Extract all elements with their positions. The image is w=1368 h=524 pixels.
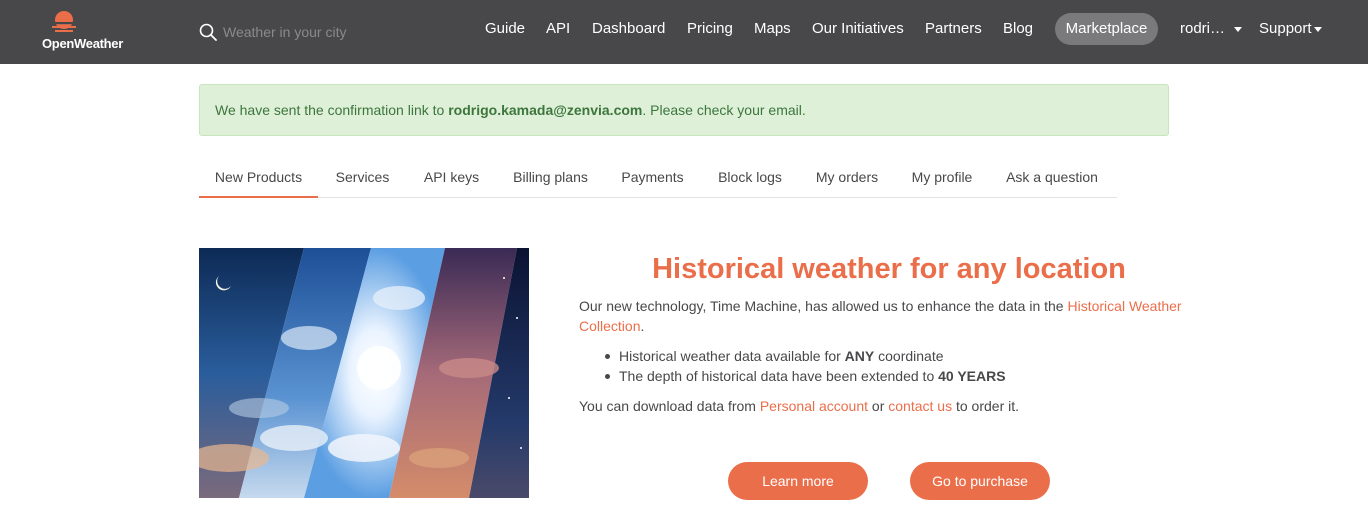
tab-api-keys[interactable]: API keys [407, 157, 496, 198]
product-title: Historical weather for any location [652, 253, 1126, 285]
nav-api[interactable]: API [546, 19, 570, 39]
go-to-purchase-button[interactable]: Go to purchase [910, 462, 1050, 500]
tab-block-logs[interactable]: Block logs [700, 157, 800, 198]
product-intro: Our new technology, Time Machine, has al… [579, 296, 1199, 336]
nav-blog[interactable]: Blog [1003, 19, 1033, 39]
list-item: Historical weather data available for AN… [602, 346, 1202, 366]
bullet-text: Historical weather data available for [619, 348, 845, 364]
bullet-text: The depth of historical data have been e… [619, 368, 939, 384]
search-icon[interactable] [199, 23, 217, 41]
tab-billing-plans[interactable]: Billing plans [496, 157, 605, 198]
confirmation-alert: We have sent the confirmation link to ro… [199, 84, 1169, 136]
nav-our-initiatives[interactable]: Our Initiatives [812, 19, 904, 39]
nav-partners[interactable]: Partners [925, 19, 982, 39]
account-tabs: New Products Services API keys Billing p… [199, 157, 1117, 198]
tab-services[interactable]: Services [318, 157, 407, 198]
download-end: to order it. [952, 398, 1020, 414]
search-box [199, 20, 389, 44]
tab-my-orders[interactable]: My orders [800, 157, 894, 198]
alert-email: rodrigo.kamada@zenvia.com [448, 102, 643, 118]
intro-end: . [640, 318, 645, 334]
alert-text-after: . Please check your email. [642, 102, 806, 118]
chevron-down-icon [1313, 26, 1322, 32]
list-item: The depth of historical data have been e… [602, 366, 1202, 386]
time-machine-sky-image [199, 248, 529, 498]
download-mid: or [868, 398, 889, 414]
top-navbar: OpenWeather Guide API Dashboard Pricing … [0, 0, 1368, 64]
chevron-down-icon [1234, 26, 1243, 32]
search-input[interactable] [223, 21, 383, 43]
feature-list: Historical weather data available for AN… [602, 346, 1202, 386]
nav-marketplace-button[interactable]: Marketplace [1055, 13, 1158, 45]
user-menu[interactable]: rodri… [1180, 19, 1243, 39]
download-paragraph: You can download data from Personal acco… [579, 396, 1199, 416]
bullet-emphasis: ANY [844, 348, 875, 364]
alert-text-before: We have sent the confirmation link to [215, 102, 449, 118]
user-name: rodri… [1180, 20, 1226, 37]
nav-pricing[interactable]: Pricing [687, 19, 733, 39]
support-menu[interactable]: Support [1259, 19, 1322, 39]
logo-text: OpenWeather [42, 36, 123, 51]
personal-account-link[interactable]: Personal account [760, 398, 868, 414]
openweather-logo[interactable]: OpenWeather [42, 10, 138, 54]
tab-ask-a-question[interactable]: Ask a question [990, 157, 1114, 198]
nav-dashboard[interactable]: Dashboard [592, 19, 665, 39]
tab-new-products[interactable]: New Products [199, 157, 318, 198]
nav-maps[interactable]: Maps [754, 19, 791, 39]
support-label: Support [1259, 20, 1312, 37]
bullet-emphasis: 40 YEARS [938, 368, 1006, 384]
tab-payments[interactable]: Payments [605, 157, 700, 198]
tab-my-profile[interactable]: My profile [894, 157, 990, 198]
sun-logo-icon [50, 11, 78, 32]
sky-collage-image [199, 248, 529, 498]
intro-text: Our new technology, Time Machine, has al… [579, 298, 1068, 314]
download-text: You can download data from [579, 398, 760, 414]
nav-guide[interactable]: Guide [485, 19, 525, 39]
bullet-after: coordinate [874, 348, 944, 364]
learn-more-button[interactable]: Learn more [728, 462, 868, 500]
contact-us-link[interactable]: contact us [888, 398, 952, 414]
